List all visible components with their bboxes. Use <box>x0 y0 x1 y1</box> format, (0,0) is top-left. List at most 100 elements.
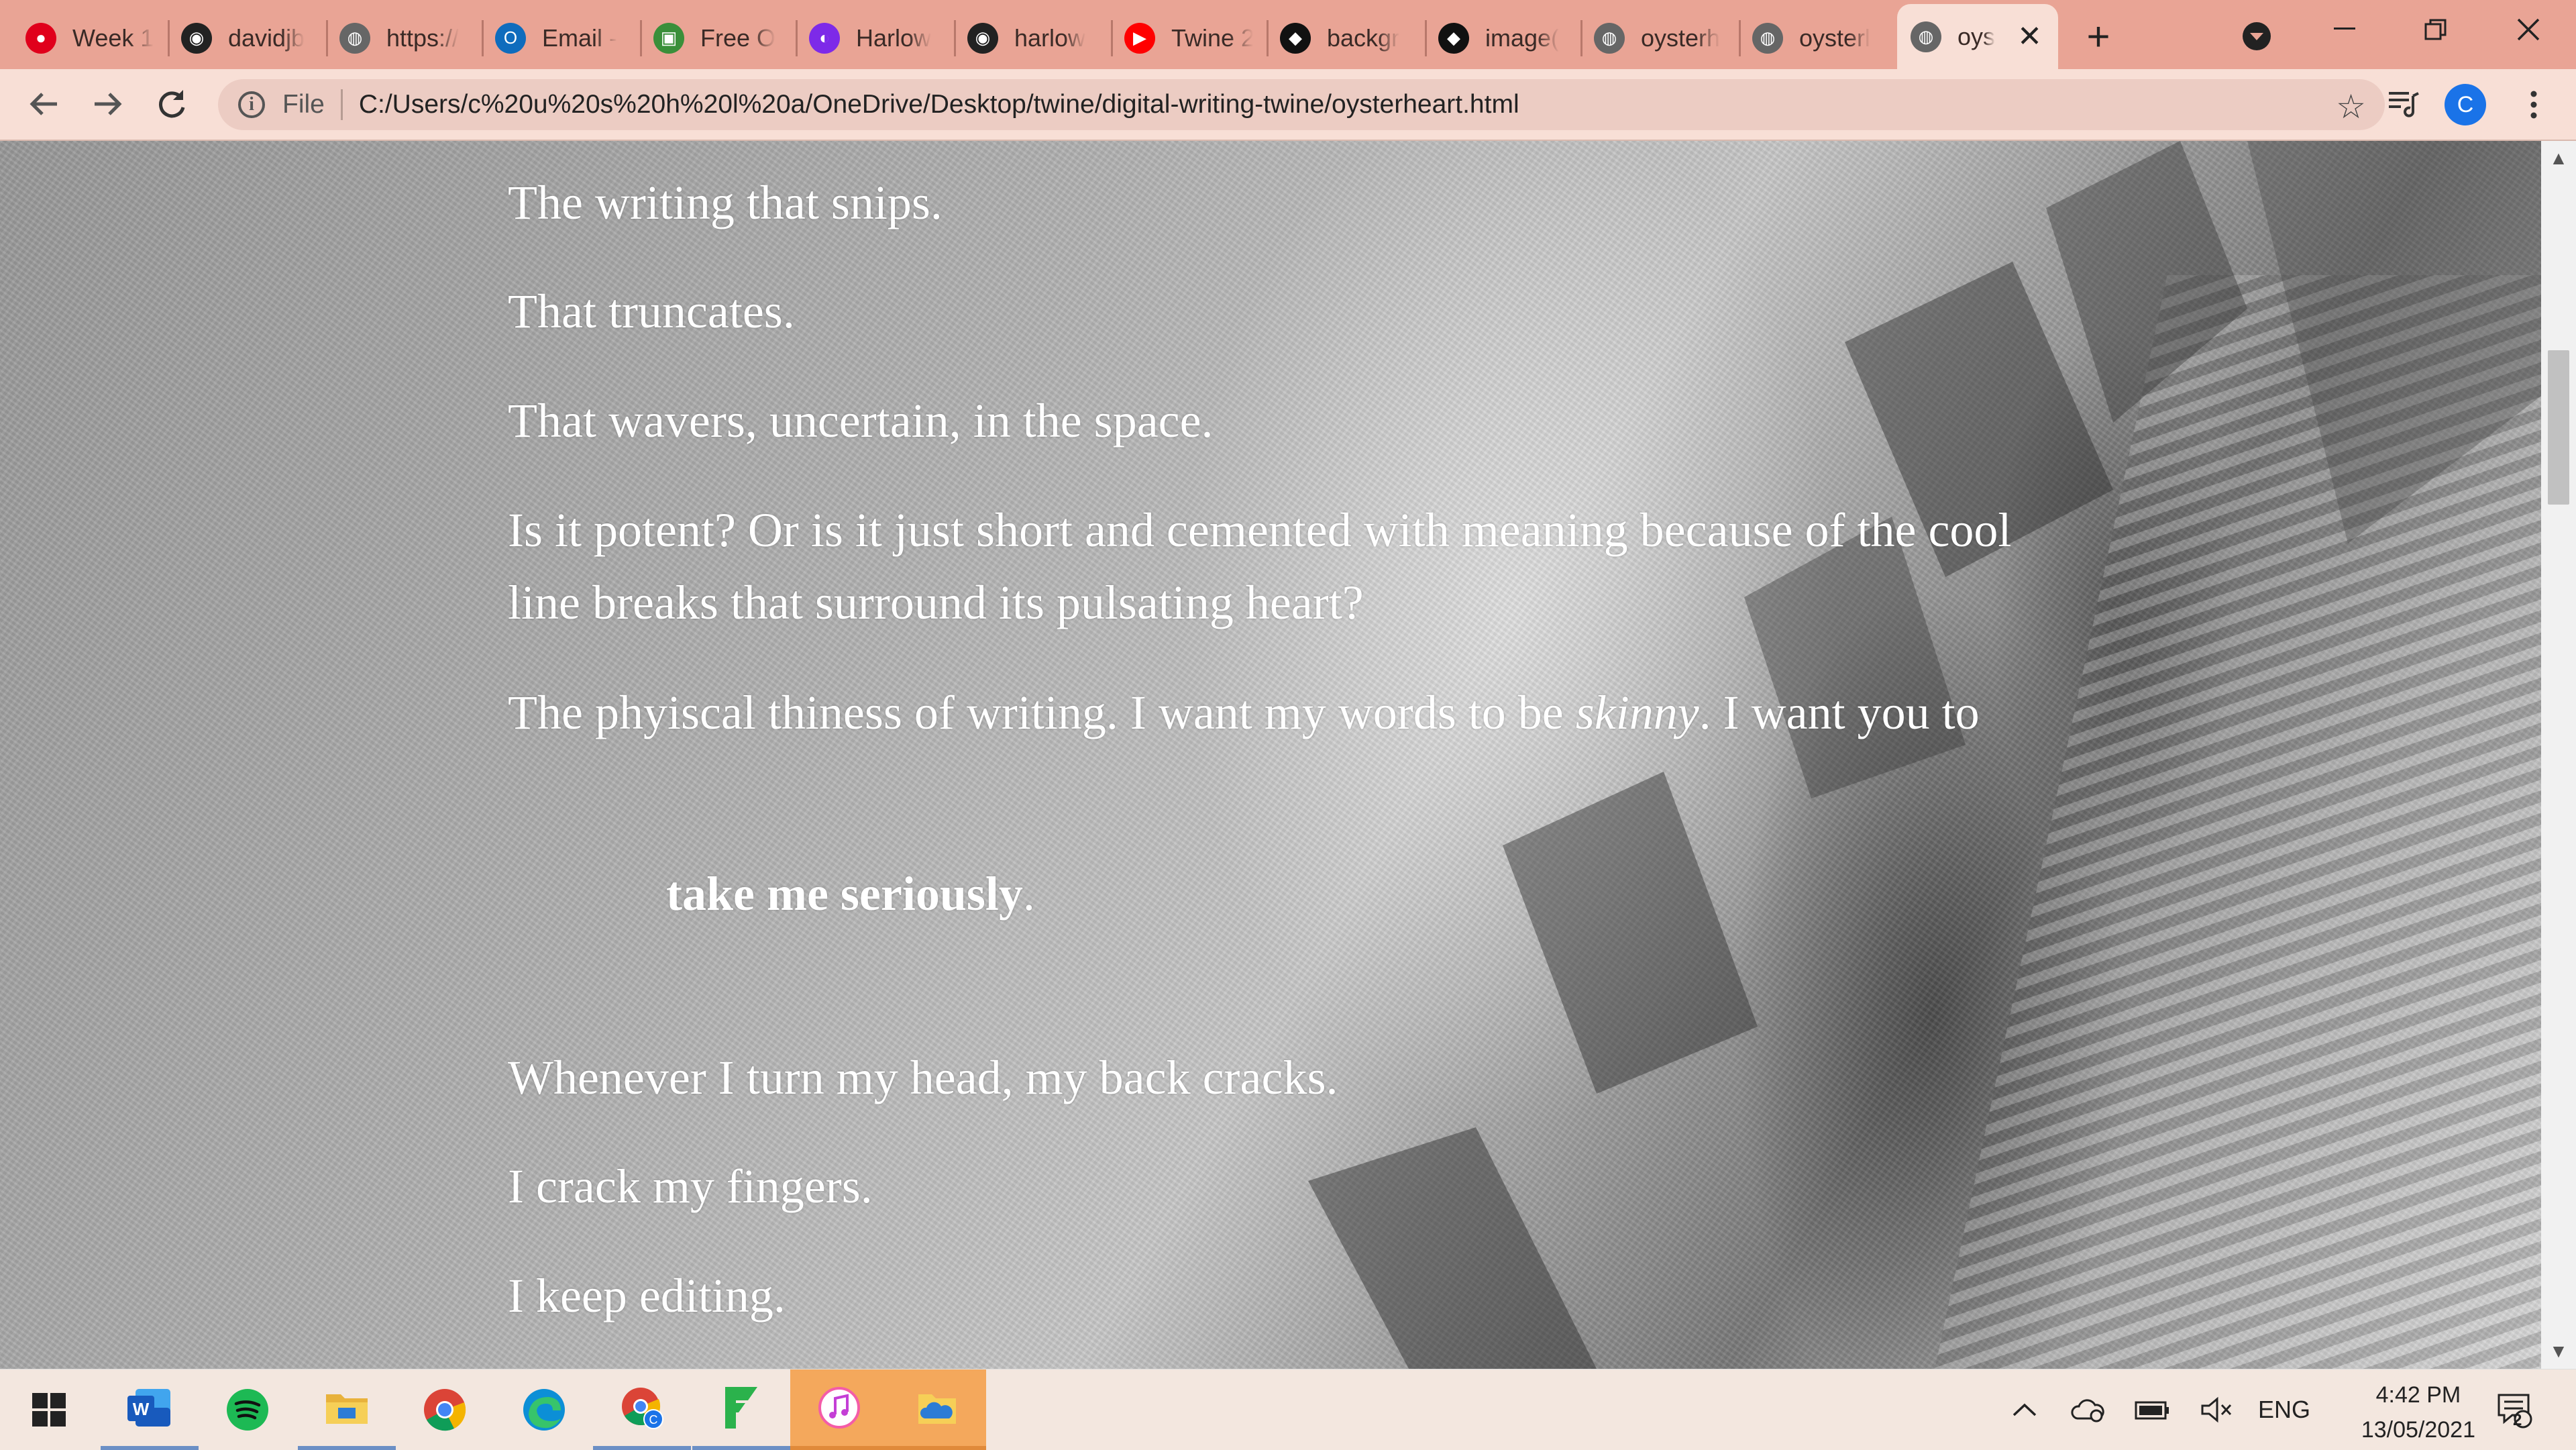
tab-4[interactable]: ▣ Free O <box>640 7 796 69</box>
arrow-left-icon <box>30 93 57 115</box>
passage-line-7: Whenever I turn my head, my back cracks. <box>508 1051 1338 1104</box>
chevron-up-icon <box>2012 1403 2037 1416</box>
tab-5[interactable]: ◐ Harlow <box>796 7 954 69</box>
tab-10[interactable]: ◍ oysterh <box>1580 7 1739 69</box>
scrollbar-thumb[interactable] <box>2548 350 2569 505</box>
show-hidden-icons-button[interactable] <box>2006 1369 2043 1450</box>
passage-5-start: The phyiscal thiness of writing. I want … <box>508 686 1576 739</box>
address-divider <box>340 89 343 120</box>
tab-title: Twine 2 <box>1171 23 1253 52</box>
profile-button[interactable]: C <box>2445 84 2486 125</box>
tab-1[interactable]: ◉ davidjb <box>168 7 326 69</box>
passage-line-9: I keep editing. <box>508 1269 786 1323</box>
background-shapes <box>1308 141 2541 1369</box>
onedrive-folder-icon[interactable] <box>888 1369 986 1450</box>
language-indicator[interactable]: ENG <box>2255 1369 2313 1450</box>
restore-icon <box>2424 19 2447 40</box>
info-icon[interactable]: i <box>238 91 265 118</box>
github-icon: ◉ <box>181 22 212 54</box>
svg-text:W: W <box>133 1399 150 1419</box>
globe-icon: ◍ <box>1594 22 1625 54</box>
start-button[interactable] <box>0 1369 98 1450</box>
tab-title: oysterl <box>1799 23 1871 52</box>
back-button[interactable] <box>24 84 64 124</box>
forward-button[interactable] <box>87 84 127 124</box>
new-tab-button[interactable]: + <box>2077 14 2120 59</box>
bookmark-star-icon[interactable]: ☆ <box>2336 87 2366 126</box>
passage-line-2: That truncates. <box>508 284 795 338</box>
reload-button[interactable] <box>152 84 192 124</box>
github-icon: ◉ <box>967 22 998 54</box>
volume-muted-icon[interactable] <box>2195 1369 2238 1450</box>
system-clock[interactable]: 4:42 PM 13/05/2021 <box>2361 1378 2475 1447</box>
minimize-button[interactable] <box>2322 12 2367 46</box>
edge-icon[interactable] <box>495 1369 593 1450</box>
tab-8[interactable]: ◆ backgr <box>1267 7 1425 69</box>
tab-title: harlow <box>1014 23 1086 52</box>
tab-title: oys <box>1957 22 1996 50</box>
media-control-button[interactable] <box>2383 84 2423 124</box>
close-window-button[interactable] <box>2506 9 2551 50</box>
notification-center-button[interactable]: 2 <box>2491 1369 2538 1450</box>
chrome-profile-icon[interactable]: C <box>593 1369 691 1450</box>
clock-time: 4:42 PM <box>2375 1382 2461 1408</box>
onedrive-sync-icon[interactable] <box>2066 1369 2109 1450</box>
bold-take-me-seriously: take me seriously <box>666 867 1023 921</box>
file-explorer-icon[interactable] <box>298 1369 396 1450</box>
image-icon: ▣ <box>653 22 684 54</box>
tab-title: image( <box>1485 23 1560 52</box>
chrome-icon[interactable] <box>396 1369 494 1450</box>
playlist-icon <box>2389 92 2419 117</box>
chat-icon: ◆ <box>1280 22 1311 54</box>
chrome-profile-icon-glyph: C <box>622 1388 663 1429</box>
tab-6[interactable]: ◉ harlow <box>954 7 1111 69</box>
scroll-up-arrow-icon[interactable]: ▲ <box>2541 141 2576 176</box>
tab-title: https:// <box>386 23 460 52</box>
tab-title: davidjb <box>228 23 305 52</box>
tab-3[interactable]: O Email - <box>482 7 640 69</box>
tab-search-button[interactable] <box>2238 17 2275 55</box>
spotify-icon[interactable] <box>199 1369 297 1450</box>
address-bar[interactable]: i File C:/Users/c%20u%20s%20h%20l%20a/On… <box>218 79 2385 130</box>
restore-button[interactable] <box>2414 11 2458 48</box>
close-tab-icon[interactable]: ✕ <box>2017 19 2042 54</box>
tab-7[interactable]: ▶ Twine 2 <box>1111 7 1267 69</box>
outlook-icon: O <box>495 22 526 54</box>
feedly-icon-glyph <box>725 1387 757 1429</box>
emphasis-skinny: skinny <box>1575 686 1699 739</box>
passage-5-end: . I want you to <box>1699 686 1980 739</box>
vertical-scrollbar[interactable]: ▲ ▼ <box>2541 141 2576 1369</box>
url-text[interactable]: C:/Users/c%20u%20s%20h%20l%20a/OneDrive/… <box>359 90 1519 119</box>
scroll-down-arrow-icon[interactable]: ▼ <box>2541 1334 2576 1369</box>
tab-strip: ● Week 1 ◉ davidjb ◍ https:// O Email - ▣ Free O ◐… <box>0 0 2576 69</box>
file-scheme-label: File <box>282 90 325 119</box>
battery-icon[interactable] <box>2131 1369 2174 1450</box>
file-explorer-icon-glyph <box>326 1394 368 1424</box>
itunes-icon[interactable] <box>790 1369 888 1450</box>
tab-title: Harlow <box>856 23 932 52</box>
tab-9[interactable]: ◆ image( <box>1425 7 1580 69</box>
chat-icon: ◆ <box>1438 22 1469 54</box>
tab-0[interactable]: ● Week 1 <box>12 7 168 69</box>
youtube-icon: ▶ <box>1124 22 1155 54</box>
page-viewport: The writing that snips. That truncates. … <box>0 141 2541 1369</box>
reload-icon <box>159 90 185 118</box>
avatar: C <box>2445 84 2486 125</box>
word-icon[interactable]: W <box>101 1369 199 1450</box>
edge-icon-glyph <box>523 1389 565 1431</box>
tab-title: backgr <box>1327 23 1400 52</box>
notification-count: 2 <box>2513 1411 2522 1429</box>
tab-11[interactable]: ◍ oysterl <box>1739 7 1897 69</box>
passage-paragraph-4: Is it potent? Or is it just short and ce… <box>508 503 2012 629</box>
passage-line-6: take me seriously. <box>666 858 1035 930</box>
tab-title: oysterh <box>1641 23 1721 52</box>
canva-icon: ◐ <box>809 22 840 54</box>
tab-12[interactable]: ◍ oys ✕ <box>1897 4 2058 69</box>
passage-line-8: I crack my fingers. <box>508 1159 873 1213</box>
browser-toolbar: i File C:/Users/c%20u%20s%20h%20l%20a/On… <box>0 69 2576 141</box>
feedly-icon[interactable] <box>692 1369 790 1450</box>
itunes-icon-glyph <box>818 1387 860 1429</box>
close-icon <box>2517 18 2540 41</box>
tab-2[interactable]: ◍ https:// <box>326 7 482 69</box>
menu-button[interactable] <box>2517 84 2551 125</box>
